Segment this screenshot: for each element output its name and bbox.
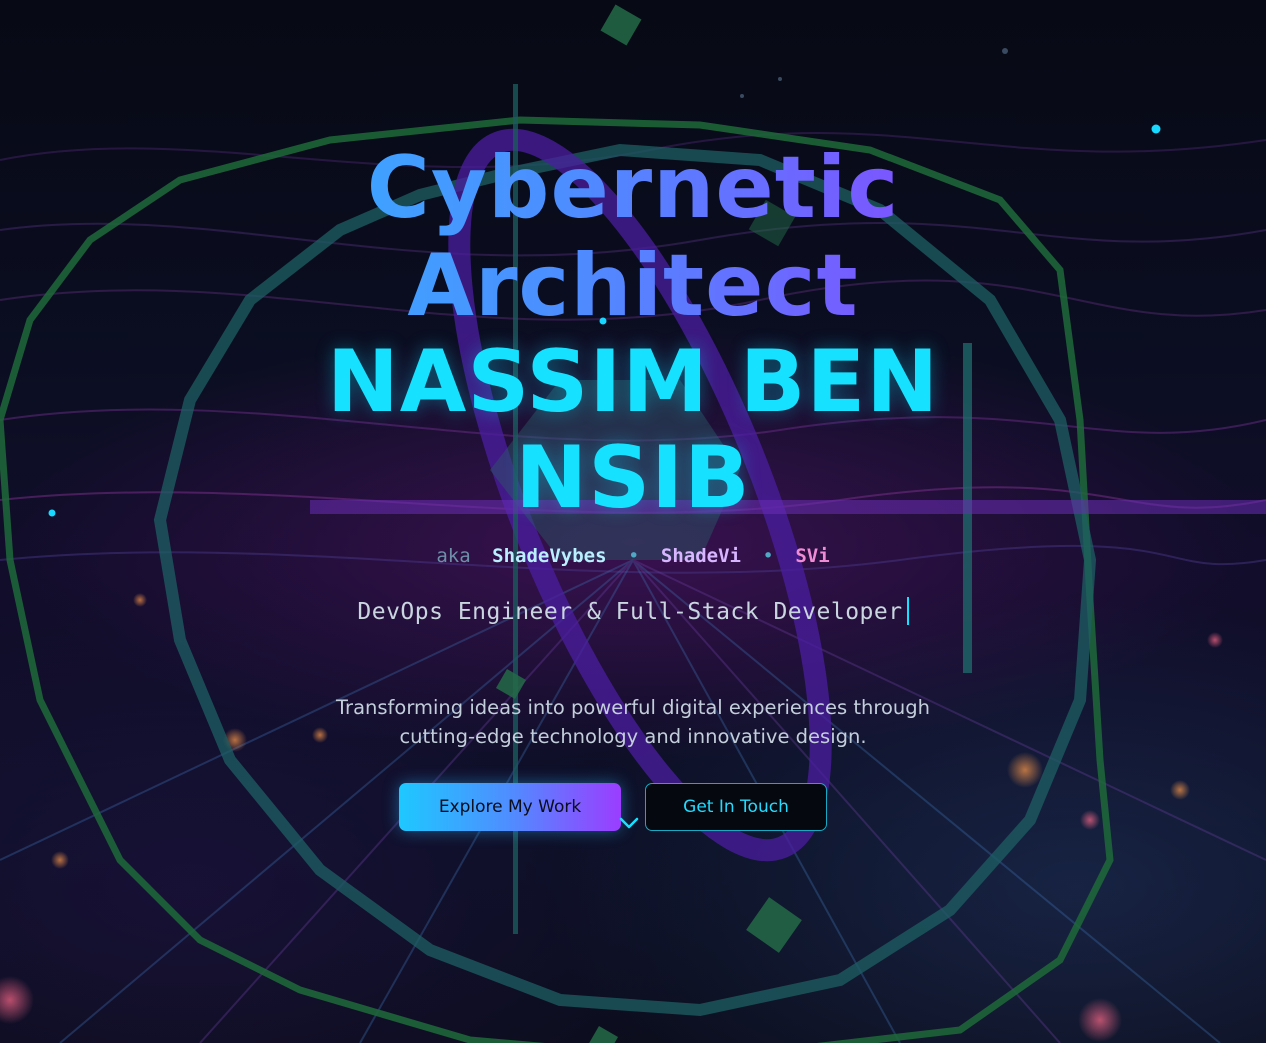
get-in-touch-button[interactable]: Get In Touch <box>645 783 827 831</box>
aka-prefix: aka <box>436 545 471 567</box>
tagline-line-2: cutting-edge technology and innovative d… <box>399 725 867 748</box>
name-line-last: NSIB <box>515 428 751 528</box>
alias-shadevybes: ShadeVybes <box>492 545 607 567</box>
role-text: DevOps Engineer & Full-Stack Developer <box>357 599 903 625</box>
hero-section: Cybernetic Architect NASSIM BEN NSIB aka… <box>0 0 1266 1043</box>
name-line-first: NASSIM BEN <box>326 332 940 432</box>
chevron-down-icon[interactable] <box>618 815 640 831</box>
tagline-line-1: Transforming ideas into powerful digital… <box>336 696 930 719</box>
explore-my-work-label: Explore My Work <box>438 797 582 817</box>
alias-separator: • <box>627 545 640 567</box>
role-typewriter: DevOps Engineer & Full-Stack Developer <box>0 597 1266 625</box>
alias-separator: • <box>762 545 774 567</box>
typing-cursor <box>906 597 909 625</box>
explore-my-work-button[interactable]: Explore My Work <box>399 783 621 831</box>
alias-shadevi: ShadeVi <box>660 545 741 567</box>
aliases-row: aka ShadeVybes • ShadeVi • SVi <box>0 545 1266 567</box>
title-line-architect: Architect <box>0 238 1266 334</box>
tagline: Transforming ideas into powerful digital… <box>283 693 983 751</box>
get-in-touch-label: Get In Touch <box>683 797 789 817</box>
alias-svi: SVi <box>795 545 830 567</box>
title-line-cybernetic: Cybernetic <box>0 140 1266 236</box>
hero-content: Cybernetic Architect NASSIM BEN NSIB aka… <box>0 0 1266 1043</box>
